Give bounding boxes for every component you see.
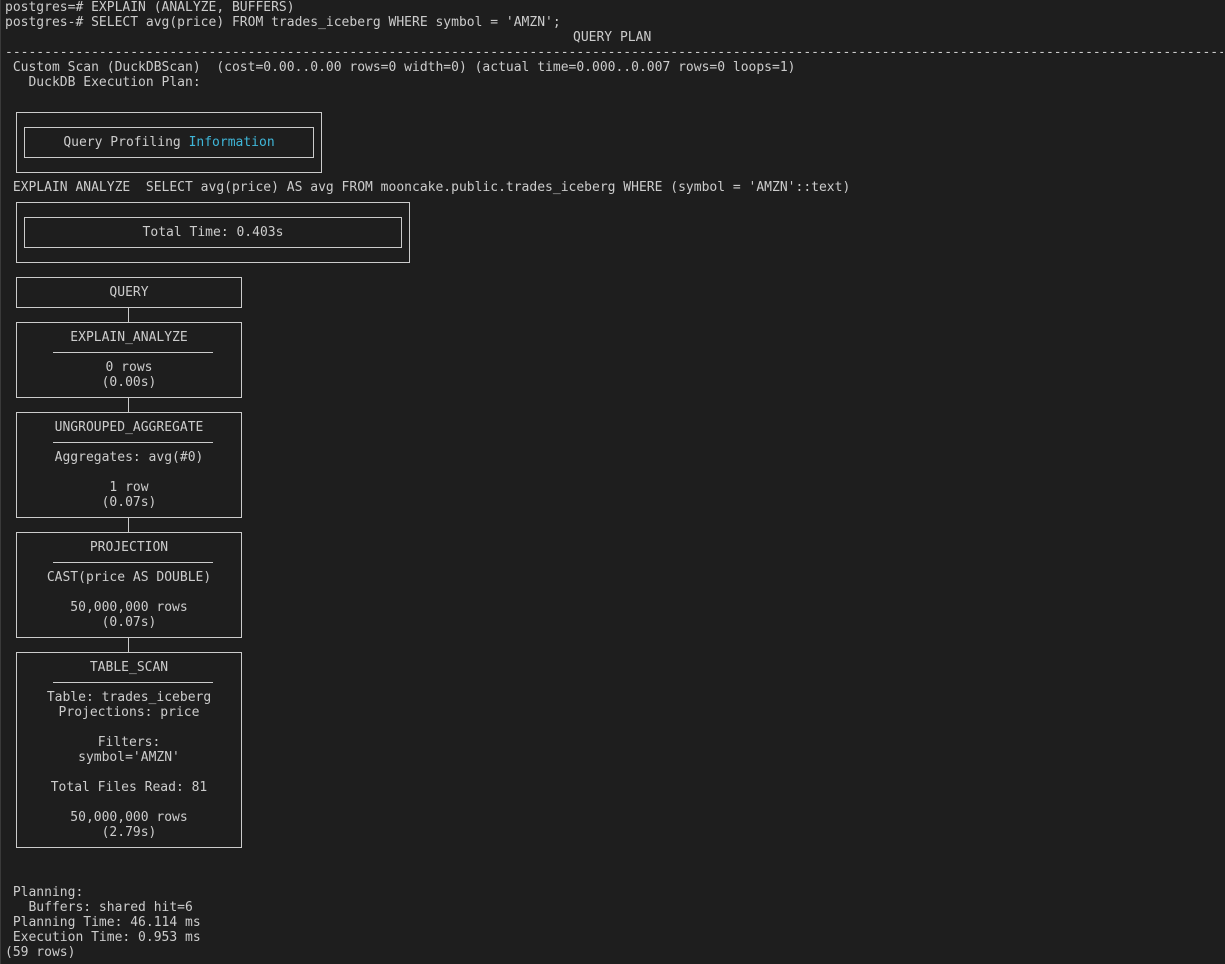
prompt-line-1: postgres=# EXPLAIN (ANALYZE, BUFFERS) (5, 0, 295, 15)
footer-row-count: (59 rows) (5, 945, 76, 960)
profiling-label: Query Profiling (63, 135, 181, 150)
node-ungrouped-aggregate: UNGROUPED_AGGREGATE Aggregates: avg(#0) … (16, 412, 242, 518)
header-separator: ----------------------------------------… (5, 45, 1223, 60)
total-time-inner-box: Total Time: 0.403s (24, 217, 402, 248)
node-table-scan-rows: 50,000,000 rows (70, 810, 188, 825)
footer-planning-time: Planning Time: 46.114 ms (5, 915, 201, 930)
node-table-scan: TABLE_SCAN Table: trades_iceberg Project… (16, 652, 242, 848)
profiling-outer-box: Query Profiling Information (16, 112, 322, 173)
total-time-text: Total Time: 0.403s (142, 225, 284, 240)
node-explain-analyze: EXPLAIN_ANALYZE 0 rows (0.00s) (16, 322, 242, 398)
total-time-outer-box: Total Time: 0.403s (16, 202, 410, 263)
node-divider (53, 442, 213, 443)
prompt-line-2: postgres-# SELECT avg(price) FROM trades… (5, 15, 561, 30)
profiling-highlight: Information (188, 135, 275, 150)
node-projection-rows: 50,000,000 rows (70, 600, 188, 615)
terminal-window[interactable]: postgres=# EXPLAIN (ANALYZE, BUFFERS) po… (0, 0, 1225, 964)
window-left-border (0, 0, 1, 964)
node-table-scan-projections: Projections: price (58, 705, 200, 720)
query-plan-header: QUERY PLAN (573, 30, 652, 45)
node-projection-time: (0.07s) (101, 615, 157, 630)
node-divider (53, 682, 213, 683)
node-divider (53, 562, 213, 563)
node-explain-analyze-title: EXPLAIN_ANALYZE (70, 330, 188, 345)
profiling-title: Query Profiling Information (25, 135, 313, 150)
node-explain-analyze-time: (0.00s) (101, 375, 157, 390)
connector-line (128, 518, 129, 532)
node-table-scan-time: (2.79s) (101, 825, 157, 840)
node-explain-analyze-rows: 0 rows (105, 360, 153, 375)
connector-line (128, 308, 129, 322)
node-query: QUERY (16, 277, 242, 308)
node-table-scan-filters-label: Filters: (97, 735, 161, 750)
node-table-scan-table: Table: trades_iceberg (46, 690, 212, 705)
node-ungrouped-aggregate-rows: 1 row (109, 480, 149, 495)
profiling-inner-box: Query Profiling Information (24, 127, 314, 158)
node-ungrouped-aggregate-title: UNGROUPED_AGGREGATE (54, 420, 204, 435)
duckdb-plan-line: DuckDB Execution Plan: (5, 75, 201, 90)
node-table-scan-title: TABLE_SCAN (89, 660, 169, 675)
node-projection-title: PROJECTION (89, 540, 169, 555)
node-projection: PROJECTION CAST(price AS DOUBLE) 50,000,… (16, 532, 242, 638)
node-ungrouped-aggregate-detail: Aggregates: avg(#0) (54, 450, 204, 465)
node-query-title: QUERY (109, 285, 149, 300)
connector-line (128, 398, 129, 412)
footer-planning: Planning: (5, 885, 84, 900)
node-projection-detail: CAST(price AS DOUBLE) (46, 570, 212, 585)
custom-scan-line: Custom Scan (DuckDBScan) (cost=0.00..0.0… (5, 60, 796, 75)
explain-sql-line: EXPLAIN ANALYZE SELECT avg(price) AS avg… (5, 180, 851, 195)
node-table-scan-filters-value: symbol='AMZN' (78, 750, 180, 765)
connector-line (128, 638, 129, 652)
footer-buffers: Buffers: shared hit=6 (5, 900, 193, 915)
node-table-scan-files-read: Total Files Read: 81 (50, 780, 208, 795)
node-divider (53, 352, 213, 353)
footer-execution-time: Execution Time: 0.953 ms (5, 930, 201, 945)
node-ungrouped-aggregate-time: (0.07s) (101, 495, 157, 510)
